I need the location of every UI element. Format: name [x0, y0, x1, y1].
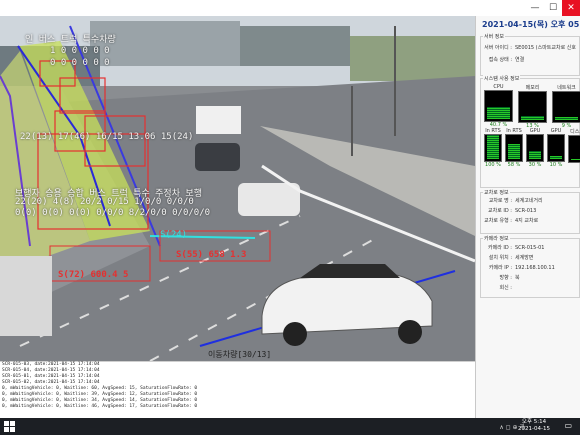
meter-label: 메모리 — [525, 85, 540, 91]
meter-value: 100 % — [485, 162, 501, 168]
overlay-top-line1: 인 버스 트럭 특수차량 — [25, 35, 116, 45]
meter-fill — [521, 116, 544, 120]
meter-graph — [518, 91, 547, 123]
usage-meter: 디스크 — [568, 128, 580, 168]
meter-fill — [529, 151, 541, 159]
camera-info-key: 방향 : — [499, 275, 512, 281]
speed-line-label: S(24) — [160, 230, 188, 240]
server-id-key: 서버 아이디 : — [484, 45, 512, 51]
taskbar: ∧ ◻ ⊕ 가 오후 5:14 2021-04-15 ▭ — [0, 418, 580, 435]
camera-info-row: 카메라 IP :192.168.100.11 — [482, 264, 555, 271]
camera-info-row: 카메라 ID : SCR-015-01 — [482, 244, 544, 251]
meter-fill — [487, 135, 499, 159]
overlay-mid-line3: 0(0) 0(0) 0(0) 0/0/0 8/2/0/0 0/0/0/0 — [15, 208, 211, 218]
camera-info-title: 카메라 정보 — [483, 235, 510, 242]
meter-graph — [484, 90, 513, 122]
usage-meter: 네트워크 9 % — [552, 84, 580, 129]
usage-meter: In RTS 58 % — [505, 128, 523, 168]
intersection-info-value: 세계고네거리 — [515, 198, 543, 204]
meter-fill — [555, 117, 578, 120]
status-side-panel: 2021-04-15(목) 오후 05:14 서버 정보 서버 아이디 :SE0… — [475, 16, 580, 418]
meters-bottom-row: In RTS100 %In RTS58 %GPU30 %GPU10 % 디스크 — [484, 128, 580, 168]
meter-value: 30 % — [528, 162, 542, 168]
meter-graph — [526, 134, 544, 162]
meter-graph — [484, 134, 502, 162]
meter-fill — [550, 156, 562, 159]
server-status-key: 접속 상태 : — [488, 57, 512, 63]
intersection-info-row: 교차로 명 : 세계고네거리 — [482, 197, 543, 204]
overlay-top-line3: 0 0 0 0 0 0 — [50, 58, 110, 68]
intersection-info-row: 교차로 유형 :4지 교차로 — [482, 217, 538, 224]
meter-fill — [487, 106, 510, 119]
log-line: 0, mWaitingVehicle: 0, Waitline: 46, Avg… — [2, 404, 198, 409]
camera-info-key: 설치 위치 : — [488, 255, 512, 261]
intersection-info-key: 교차로 명 : — [488, 198, 512, 204]
server-status-row: 접속 상태 : 연결 — [482, 56, 524, 63]
close-button[interactable]: ✕ — [562, 0, 580, 16]
usage-meter: GPU 10 % — [547, 128, 565, 168]
usage-meter: GPU 30 % — [526, 128, 544, 168]
camera-info-value: SCR-015-01 — [515, 245, 545, 251]
windows-start-icon[interactable] — [4, 421, 15, 432]
meter-fill — [508, 143, 520, 159]
frame-label: 이동차량[30/13] — [208, 350, 272, 359]
server-id-value: SE0015 (스마트교차로 신호 — [515, 45, 576, 51]
meter-graph — [552, 91, 580, 123]
camera-info-value: 192.168.100.11 — [515, 265, 555, 271]
meter-graph — [547, 134, 565, 162]
intersection-info-row: 교차로 ID : SCR-013 — [482, 207, 536, 214]
camera-info-row: 설치 위치 : 세계방면 — [482, 254, 534, 261]
camera-info-row: 회신 : — [482, 284, 515, 291]
server-id-row: 서버 아이디 : SE0015 (스마트교차로 신호 — [482, 44, 576, 51]
datetime-display: 2021-04-15(목) 오후 05:14 — [482, 20, 580, 29]
camera-info-row: 방향 :북 — [482, 274, 520, 281]
taskbar-clock[interactable]: 오후 5:14 2021-04-15 — [518, 419, 550, 433]
camera-info-key: 카메라 IP : — [488, 265, 512, 271]
taskbar-date: 2021-04-15 — [518, 426, 550, 432]
meter-label: 디스크 — [570, 129, 580, 135]
title-bar: — ☐ ✕ — [0, 0, 580, 16]
maximize-button[interactable]: ☐ — [544, 0, 562, 16]
camera-video-feed[interactable]: 인 버스 트럭 특수차량 1 0 0 0 0 0 0 0 0 0 0 0 22(… — [0, 16, 475, 361]
meter-graph — [505, 134, 523, 162]
server-info-title: 서버 정보 — [483, 33, 505, 40]
overlay-mid-line2: 22(20) 4(8) 20/2 0/15 1/0/0 0/0/0 — [15, 197, 194, 207]
overlay-top-line2: 1 0 0 0 0 0 — [50, 46, 110, 56]
speed-label-right: S(55) 658 1.3 — [176, 250, 247, 260]
meter-value: 58 % — [507, 162, 521, 168]
usage-meter: In RTS 100 % — [484, 128, 502, 168]
intersection-info-key: 교차로 유형 : — [484, 218, 512, 224]
meter-graph — [568, 135, 580, 163]
meter-label: 네트워크 — [557, 85, 576, 91]
camera-info-value: 북 — [515, 275, 520, 281]
intersection-info-value: SCR-013 — [515, 208, 537, 214]
system-usage-title: 시스템 사용 정보 — [483, 75, 521, 82]
intersection-info-value: 4지 교차로 — [515, 218, 539, 224]
overlay-mid-top: 22(13) 17(46) 16/15 13.06 15(24) — [20, 132, 194, 142]
intersection-info-key: 교차로 ID : — [488, 208, 512, 214]
usage-meter: 메모리 13 % — [518, 84, 547, 129]
minimize-button[interactable]: — — [526, 0, 544, 16]
server-status-value: 연결 — [515, 57, 525, 63]
camera-info-key: 회신 : — [499, 285, 512, 291]
speed-label-left: S(72) 600.4 5 — [58, 270, 129, 280]
taskbar-time: 오후 5:14 — [521, 419, 547, 425]
meter-value: 10 % — [549, 162, 563, 168]
window-controls: — ☐ ✕ — [526, 0, 580, 16]
event-log[interactable]: SCR-015-03, date:2021-04-15 17:14:04 SCR-… — [0, 361, 475, 419]
notification-icon[interactable]: ▭ — [564, 421, 572, 430]
camera-info-key: 카메라 ID : — [488, 245, 512, 251]
camera-info-value: 세계방면 — [515, 255, 534, 261]
meter-fill — [571, 158, 580, 160]
intersection-info-title: 교차로 정보 — [483, 189, 510, 196]
usage-meter: CPU 40.7 % — [484, 84, 513, 129]
meters-top-row: CPU 40.7 % 메모리 13 % 네트워크 9 % — [484, 84, 580, 129]
